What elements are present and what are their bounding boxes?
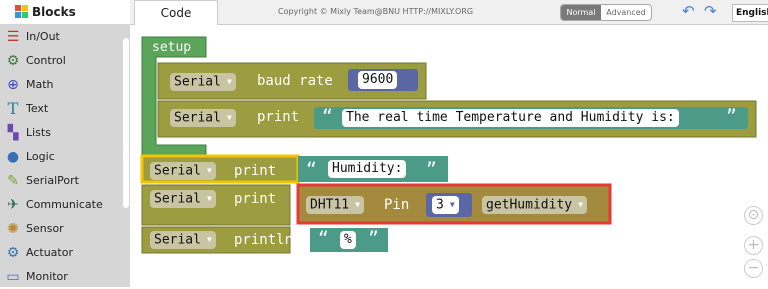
category-label: Communicate bbox=[26, 198, 103, 211]
measure-value: getHumidity bbox=[486, 197, 573, 213]
category-label: Math bbox=[26, 78, 54, 91]
monitor-icon: ▭ bbox=[6, 269, 20, 285]
category-in-out[interactable]: ☰ In/Out bbox=[0, 25, 122, 49]
category-label: In/Out bbox=[26, 30, 60, 43]
category-monitor[interactable]: ▭ Monitor bbox=[0, 265, 122, 289]
println-label: println bbox=[234, 232, 294, 248]
pin-value: 3 bbox=[436, 197, 444, 213]
recenter-icon[interactable]: ⊙ bbox=[744, 206, 763, 225]
redo-icon[interactable]: ↷ bbox=[704, 2, 717, 20]
close-quote-icon: ” bbox=[368, 228, 379, 249]
text-field[interactable]: The real time Temperature and Humidity i… bbox=[342, 109, 679, 127]
category-label: Control bbox=[26, 54, 66, 67]
category-sidebar: ☰ In/Out ⚙ Control ⊕ Math T Text ▚ Lists… bbox=[0, 24, 122, 287]
chevron-down-icon: ▼ bbox=[355, 200, 360, 209]
sensor-type-value: DHT11 bbox=[310, 197, 350, 213]
category-math[interactable]: ⊕ Math bbox=[0, 73, 122, 97]
text-icon: T bbox=[7, 99, 19, 118]
category-sensor[interactable]: ✺ Sensor bbox=[0, 217, 122, 241]
category-control[interactable]: ⚙ Control bbox=[0, 49, 122, 73]
zoom-out-icon[interactable]: − bbox=[744, 259, 763, 278]
open-quote-icon: “ bbox=[318, 228, 329, 249]
mode-advanced-button[interactable]: Advanced bbox=[601, 5, 651, 20]
chevron-down-icon: ▼ bbox=[578, 200, 583, 209]
category-label: SerialPort bbox=[26, 174, 79, 187]
serial-dropdown-value: Serial bbox=[154, 163, 201, 179]
category-label: Monitor bbox=[26, 270, 68, 283]
chevron-down-icon: ▼ bbox=[206, 235, 212, 244]
category-label: Sensor bbox=[26, 222, 64, 235]
text-field[interactable]: % bbox=[340, 231, 356, 249]
logic-icon: ● bbox=[6, 149, 20, 165]
zoom-in-icon[interactable]: + bbox=[744, 236, 763, 255]
blocks-label: Blocks bbox=[32, 5, 76, 19]
sidebar-scrollbar[interactable] bbox=[122, 24, 130, 287]
top-bar: Code Copyright © Mixly Team@BNU HTTP://M… bbox=[130, 0, 768, 26]
category-label: Actuator bbox=[26, 246, 73, 259]
category-label: Text bbox=[26, 102, 49, 115]
control-icon: ⚙ bbox=[6, 53, 20, 69]
text-field[interactable]: Humidity: bbox=[328, 160, 407, 178]
close-quote-icon: ” bbox=[426, 159, 437, 180]
serial-dropdown-value: Serial bbox=[154, 191, 201, 207]
pin-dropdown[interactable]: 3 ▼ bbox=[432, 196, 459, 214]
serial-dropdown[interactable]: Serial ▼ bbox=[170, 73, 236, 91]
chevron-down-icon: ▼ bbox=[206, 194, 212, 203]
chevron-down-icon: ▼ bbox=[226, 113, 232, 122]
print-label: print bbox=[234, 191, 277, 207]
lists-icon: ▚ bbox=[7, 125, 19, 141]
close-quote-icon: ” bbox=[726, 106, 737, 127]
in-out-icon: ☰ bbox=[6, 29, 20, 45]
serial-dropdown[interactable]: Serial ▼ bbox=[150, 190, 216, 208]
blocks-header: Blocks bbox=[0, 0, 130, 25]
print-label: print bbox=[257, 109, 300, 125]
pin-label: Pin bbox=[384, 197, 410, 213]
serial-dropdown[interactable]: Serial ▼ bbox=[150, 231, 216, 249]
chevron-down-icon: ▼ bbox=[449, 200, 455, 209]
chevron-down-icon: ▼ bbox=[226, 77, 232, 86]
open-quote-icon: “ bbox=[306, 159, 317, 180]
category-label: Lists bbox=[26, 126, 51, 139]
sensor-icon: ✺ bbox=[7, 221, 19, 237]
category-actuator[interactable]: ⚙ Actuator bbox=[0, 241, 122, 265]
mode-normal-button[interactable]: Normal bbox=[561, 5, 601, 20]
print-label: print bbox=[234, 163, 277, 179]
baud-rate-field[interactable]: 9600 bbox=[358, 71, 398, 89]
serial-dropdown[interactable]: Serial ▼ bbox=[150, 162, 216, 180]
sensor-type-dropdown[interactable]: DHT11 ▼ bbox=[306, 196, 364, 214]
serial-dropdown-value: Serial bbox=[174, 74, 221, 90]
category-text[interactable]: T Text bbox=[0, 97, 122, 121]
copyright-text: Copyright © Mixly Team@BNU HTTP://MIXLY.… bbox=[278, 7, 474, 16]
language-select[interactable]: English bbox=[732, 4, 768, 22]
actuator-icon: ⚙ bbox=[6, 245, 20, 261]
category-serialport[interactable]: ✎ SerialPort bbox=[0, 169, 122, 193]
block-workspace[interactable]: setup Serial ▼ baud rate 9600 Serial ▼ pri… bbox=[130, 25, 768, 287]
blocks-logo-icon bbox=[15, 5, 28, 18]
serial-dropdown-value: Serial bbox=[154, 232, 201, 248]
communicate-icon: ✈ bbox=[7, 197, 19, 213]
undo-icon[interactable]: ↶ bbox=[682, 2, 695, 20]
chevron-down-icon: ▼ bbox=[206, 166, 212, 175]
category-label: Logic bbox=[26, 150, 55, 163]
category-communicate[interactable]: ✈ Communicate bbox=[0, 193, 122, 217]
mode-toggle[interactable]: Normal Advanced bbox=[560, 4, 652, 21]
setup-label: setup bbox=[152, 40, 192, 55]
serial-dropdown[interactable]: Serial ▼ bbox=[170, 109, 236, 127]
measure-dropdown[interactable]: getHumidity ▼ bbox=[482, 196, 587, 214]
math-icon: ⊕ bbox=[7, 77, 19, 93]
serialport-icon: ✎ bbox=[7, 173, 19, 189]
category-lists[interactable]: ▚ Lists bbox=[0, 121, 122, 145]
serial-dropdown-value: Serial bbox=[174, 110, 221, 126]
open-quote-icon: “ bbox=[322, 106, 333, 127]
scrollbar-thumb[interactable] bbox=[123, 38, 129, 208]
baud-rate-label: baud rate bbox=[257, 73, 333, 89]
block-shapes bbox=[140, 36, 757, 254]
category-logic[interactable]: ● Logic bbox=[0, 145, 122, 169]
tab-code[interactable]: Code bbox=[134, 0, 218, 26]
